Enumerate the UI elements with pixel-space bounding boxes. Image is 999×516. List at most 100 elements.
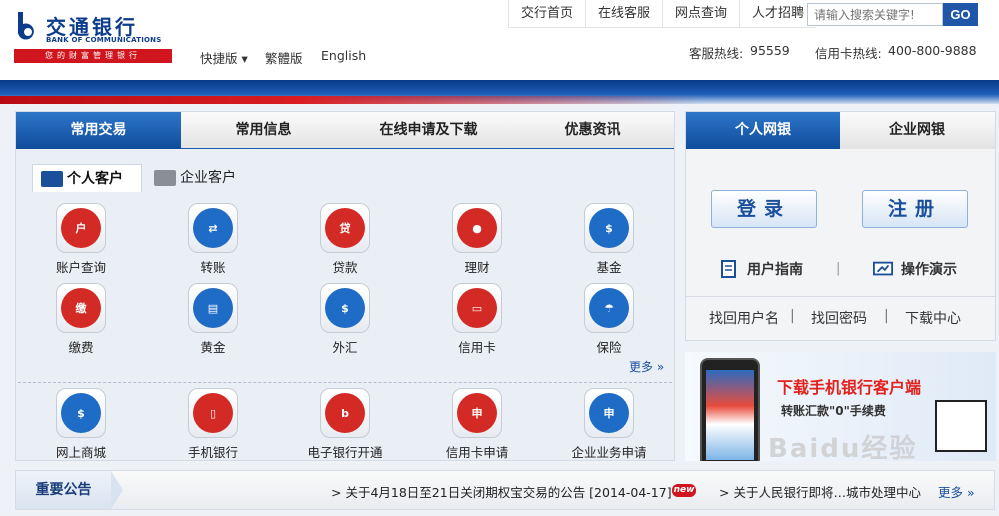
link-separator: |	[884, 308, 889, 324]
item-label: 转账	[200, 260, 226, 275]
card-hotline-number: 400-800-9888	[888, 43, 977, 58]
operation-demo-link[interactable]: 操作演示	[873, 259, 957, 279]
logo-slogan: 您的财富管理银行	[14, 49, 172, 63]
service-hotline-label: 客服热线:	[689, 46, 744, 61]
tab-online-apply[interactable]: 在线申请及下载	[346, 112, 511, 149]
ebank-open-icon: b	[325, 393, 365, 433]
tab-common-info[interactable]: 常用信息	[181, 112, 346, 149]
demo-screen-icon	[873, 261, 893, 276]
item-label: 电子银行开通	[307, 445, 383, 460]
announcement-item[interactable]: > 关于人民银行即将…城市处理中心	[719, 482, 921, 501]
announcement-bar: 重要公告 > 关于4月18日至21日关闭期权宝交易的公告 [2014-04-17…	[15, 470, 995, 510]
announcement-item[interactable]: > 关于4月18日至21日关闭期权宝交易的公告 [2014-04-17]	[331, 482, 672, 501]
item-gold[interactable]: ▤ 黄金	[163, 283, 263, 363]
traditional-version-link[interactable]: 繁體版	[265, 48, 303, 67]
nav-online-service[interactable]: 在线客服	[585, 0, 662, 27]
english-version-link[interactable]: English	[321, 48, 366, 63]
tab-enterprise-ebank[interactable]: 企业网银	[840, 112, 994, 149]
nav-branch-query[interactable]: 网点查询	[662, 0, 739, 27]
item-enterprise-apply[interactable]: 申 企业业务申请	[559, 388, 659, 468]
insurance-icon: ☂	[589, 288, 629, 328]
search-go-button[interactable]: GO	[943, 3, 978, 26]
guide-document-icon	[721, 260, 736, 278]
gold-icon: ▤	[193, 288, 233, 328]
item-label: 理财	[464, 260, 490, 275]
item-loan[interactable]: 贷 贷款	[295, 203, 395, 283]
top-nav: 交行首页 在线客服 网点查询 人才招聘	[508, 0, 817, 28]
subtab-personal-label: 个人客户	[67, 171, 123, 187]
mobile-banking-icon: ▯	[193, 393, 233, 433]
enterprise-folder-icon	[154, 170, 176, 186]
item-label: 账户查询	[55, 260, 106, 275]
guide-separator: |	[836, 261, 841, 276]
subtab-personal-customer[interactable]: 个人客户	[32, 164, 142, 192]
login-button[interactable]: 登录	[711, 190, 817, 228]
item-credit-card[interactable]: ▭ 信用卡	[427, 283, 527, 363]
operation-demo-label: 操作演示	[901, 262, 957, 278]
online-mall-icon: $	[61, 393, 101, 433]
item-credit-card-apply[interactable]: 申 信用卡申请	[427, 388, 527, 468]
fund-icon: $	[589, 208, 629, 248]
item-payment[interactable]: 缴 缴费	[31, 283, 131, 363]
card-hotline-label: 信用卡热线:	[815, 46, 882, 61]
announcement-more-link[interactable]: 更多 »	[938, 482, 975, 501]
bocom-logo-icon	[17, 12, 34, 40]
search-input[interactable]	[807, 3, 943, 26]
item-label: 基金	[596, 260, 622, 275]
promo-subtitle: 转账汇款"0"手续费	[781, 404, 886, 418]
nav-home[interactable]: 交行首页	[508, 0, 585, 27]
credit-card-icon: ▭	[457, 288, 497, 328]
item-fund[interactable]: $ 基金	[559, 203, 659, 283]
item-insurance[interactable]: ☂ 保险	[559, 283, 659, 363]
item-online-mall[interactable]: $ 网上商城	[31, 388, 131, 468]
loan-icon: 贷	[325, 208, 365, 248]
more-link[interactable]: 更多 »	[629, 358, 664, 375]
item-label: 手机银行	[187, 445, 238, 460]
tab-personal-ebank[interactable]: 个人网银	[686, 112, 840, 149]
item-label: 缴费	[68, 340, 94, 355]
announcement-arrow	[111, 471, 123, 509]
register-button[interactable]: 注册	[862, 190, 968, 228]
item-label: 信用卡申请	[445, 445, 509, 460]
download-center-link[interactable]: 下载中心	[905, 308, 961, 328]
wealth-icon: ●	[457, 208, 497, 248]
promo-title: 下载手机银行客户端	[777, 378, 922, 397]
recover-password-link[interactable]: 找回密码	[811, 308, 867, 328]
link-separator: |	[790, 308, 795, 324]
logo-english-name: BANK OF COMMUNICATIONS	[46, 36, 162, 44]
item-account-query[interactable]: 户 账户查询	[31, 203, 131, 283]
item-forex[interactable]: $ 外汇	[295, 283, 395, 363]
credit-card-apply-icon: 申	[457, 393, 497, 433]
item-label: 贷款	[332, 260, 358, 275]
main-tabs: 常用交易 常用信息 在线申请及下载 优惠资讯	[16, 112, 674, 149]
bank-logo[interactable]: 交通银行 BANK OF COMMUNICATIONS 您的财富管理银行	[14, 10, 174, 65]
baidu-watermark: Baidu经验	[768, 434, 918, 464]
right-divider	[686, 296, 995, 297]
subtab-enterprise-customer[interactable]: 企业客户	[146, 164, 256, 192]
item-label: 保险	[596, 340, 622, 355]
online-banking-panel: 个人网银 企业网银 登录 注册 用户指南 | 操作演示 找回用户名 | 找回密码…	[685, 111, 996, 341]
item-label: 企业业务申请	[571, 445, 647, 460]
item-ebank-open[interactable]: b 电子银行开通	[295, 388, 395, 468]
tab-common-transactions[interactable]: 常用交易	[16, 112, 181, 149]
item-mobile-banking[interactable]: ▯ 手机银行	[163, 388, 263, 468]
nav-careers[interactable]: 人才招聘	[739, 0, 816, 27]
recover-username-link[interactable]: 找回用户名	[709, 308, 779, 328]
account-query-icon: 户	[61, 208, 101, 248]
service-hotline-number: 95559	[750, 43, 790, 58]
subtab-enterprise-label: 企业客户	[180, 170, 236, 186]
payment-icon: 缴	[61, 288, 101, 328]
item-wealth[interactable]: ● 理财	[427, 203, 527, 283]
header-banner-accent	[0, 96, 999, 104]
item-label: 黄金	[200, 340, 226, 355]
quick-version-link[interactable]: 快捷版 ▾	[200, 48, 248, 67]
new-badge: new	[672, 484, 696, 497]
common-transactions-panel: 常用交易 常用信息 在线申请及下载 优惠资讯 个人客户 企业客户 户 账户查询 …	[15, 111, 675, 461]
user-guide-link[interactable]: 用户指南	[719, 259, 803, 279]
forex-icon: $	[325, 288, 365, 328]
section-divider	[18, 382, 672, 383]
qr-code-icon	[935, 400, 987, 452]
item-transfer[interactable]: ⇄ 转账	[163, 203, 263, 283]
tab-promotions[interactable]: 优惠资讯	[511, 112, 674, 149]
item-label: 信用卡	[458, 340, 496, 355]
